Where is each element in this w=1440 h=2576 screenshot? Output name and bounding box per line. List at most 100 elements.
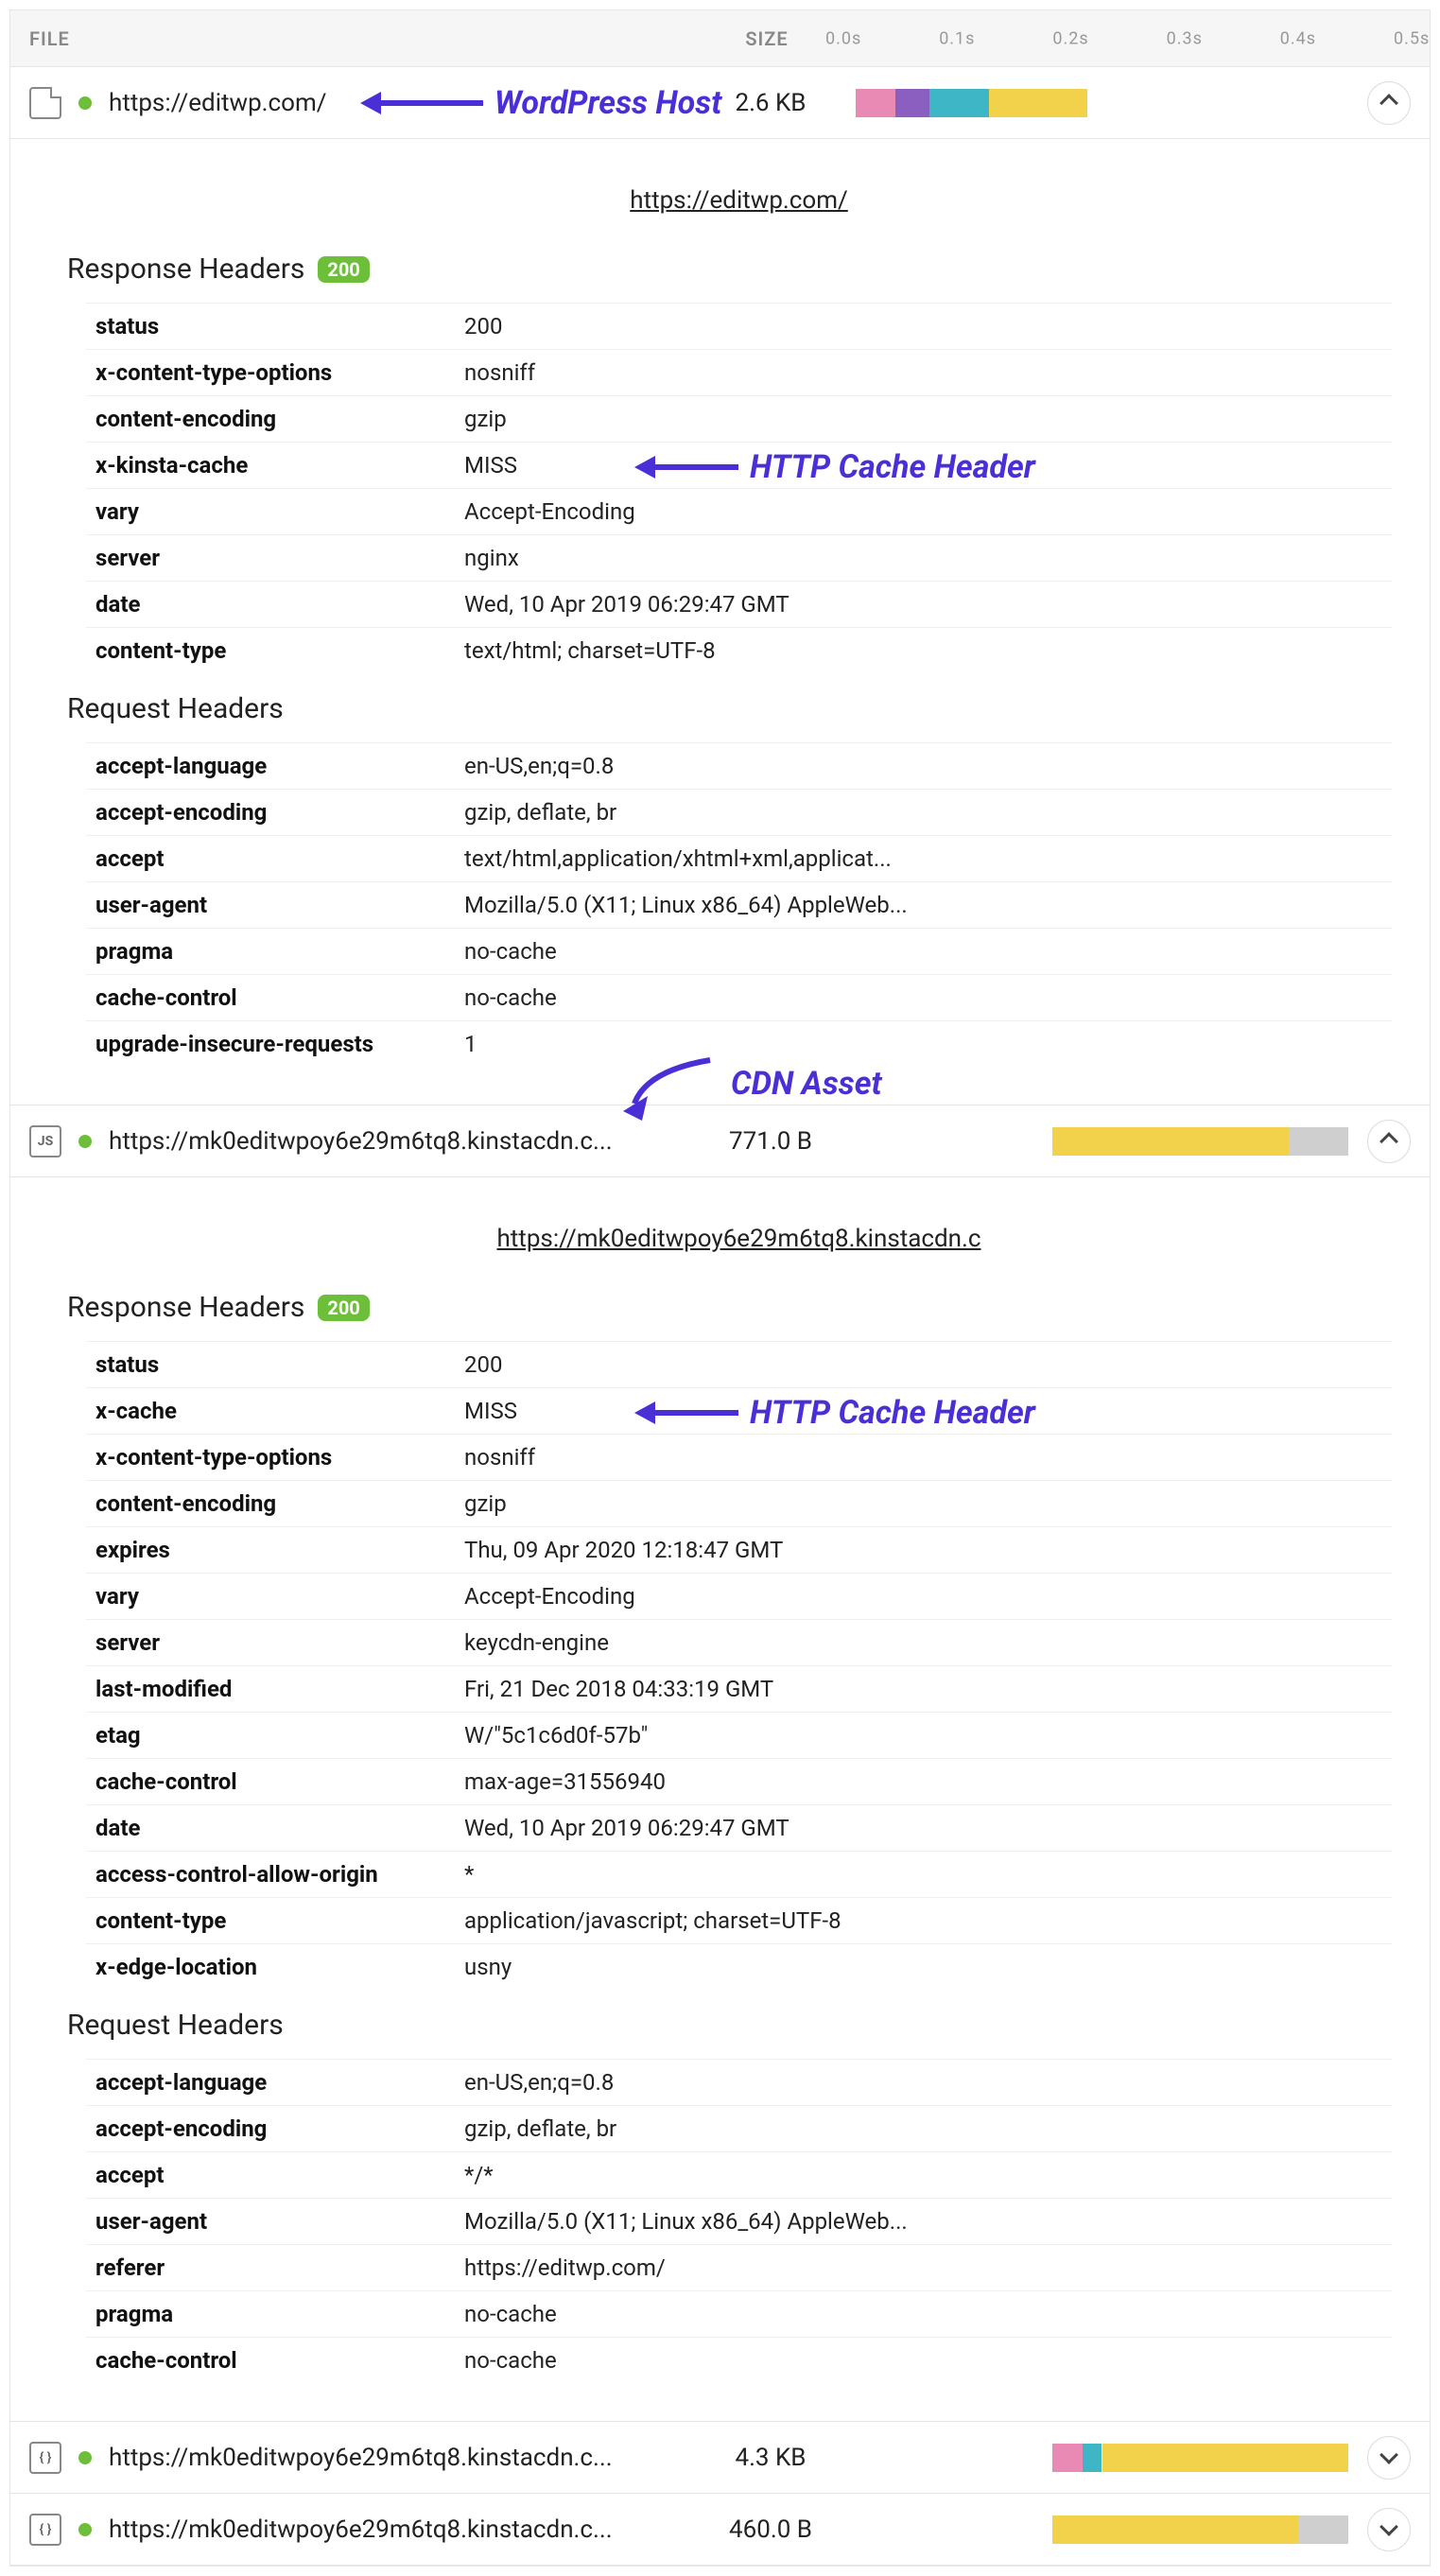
status-badge: 200 [318,1295,369,1321]
chevron-down-icon [1379,2445,1398,2464]
header-value: gzip [464,1490,507,1517]
header-row: upgrade-insecure-requests1 [86,1020,1392,1067]
header-key: pragma [95,2301,464,2327]
response-headers-title: Response Headers200 [67,252,1392,286]
request-url: https://mk0editwpoy6e29m6tq8.kinstacdn.c… [109,1127,695,1156]
header-value: Wed, 10 Apr 2019 06:29:47 GMT [464,591,789,618]
header-key: server [95,1629,464,1656]
collapse-button[interactable] [1367,1120,1411,1163]
header-value: MISS [464,1398,517,1424]
header-value: https://editwp.com/ [464,2254,666,2281]
header-row: dateWed, 10 Apr 2019 06:29:47 GMT [86,1804,1392,1851]
header-row: cache-controlno-cache [86,2337,1392,2383]
header-key: accept-language [95,2069,464,2096]
header-row: content-encodinggzip [86,395,1392,442]
col-size: SIZE [691,27,842,50]
header-key: server [95,545,464,571]
timeline-tick: 0.2s [1052,28,1088,48]
detail-url[interactable]: https://mk0editwpoy6e29m6tq8.kinstacdn.c [86,1225,1392,1253]
header-value: application/javascript; charset=UTF-8 [464,1907,841,1934]
header-key: accept-encoding [95,2115,464,2142]
header-row: status200 [86,1341,1392,1387]
timing-segment [1052,1127,1289,1156]
header-key: content-encoding [95,406,464,432]
expand-button[interactable] [1367,2508,1411,2551]
detail-url[interactable]: https://editwp.com/ [86,186,1392,215]
header-row: last-modifiedFri, 21 Dec 2018 04:33:19 G… [86,1665,1392,1712]
request-row[interactable]: { }https://mk0editwpoy6e29m6tq8.kinstacd… [10,2422,1430,2494]
header-value: text/html; charset=UTF-8 [464,637,716,664]
header-row: refererhttps://editwp.com/ [86,2244,1392,2290]
header-row: content-encodinggzip [86,1480,1392,1526]
header-value: nosniff [464,359,535,386]
header-key: status [95,1351,464,1378]
timing-segment [856,89,895,117]
header-value: Mozilla/5.0 (X11; Linux x86_64) AppleWeb… [464,2208,908,2235]
header-row: pragmano-cache [86,2290,1392,2337]
header-row: access-control-allow-origin* [86,1851,1392,1897]
timing-segment [989,89,1087,117]
header-key: etag [95,1722,464,1749]
header-value: Wed, 10 Apr 2019 06:29:47 GMT [464,1815,789,1841]
header-value: gzip, deflate, br [464,799,616,826]
header-value: 200 [464,1351,502,1378]
header-row: status200 [86,303,1392,349]
request-row[interactable]: { }https://mk0editwpoy6e29m6tq8.kinstacd… [10,2494,1430,2566]
header-value: no-cache [464,2347,557,2374]
header-value: Accept-Encoding [464,498,635,525]
header-row: cache-controlmax-age=31556940 [86,1758,1392,1804]
request-url: https://editwp.com/ [109,89,695,117]
chevron-up-icon [1379,1132,1398,1151]
header-row: user-agentMozilla/5.0 (X11; Linux x86_64… [86,2198,1392,2244]
request-size: 4.3 KB [695,2444,846,2472]
header-row: serverkeycdn-engine [86,1619,1392,1665]
request-row[interactable]: https://editwp.com/2.6 KB WordPress Host [10,67,1430,139]
timing-bar [856,2444,1348,2472]
header-value: nosniff [464,1444,535,1471]
header-key: cache-control [95,1768,464,1795]
header-value: no-cache [464,2301,557,2327]
header-key: upgrade-insecure-requests [95,1031,464,1057]
header-row: x-cacheMISS HTTP Cache Header [86,1387,1392,1434]
header-value: Mozilla/5.0 (X11; Linux x86_64) AppleWeb… [464,892,908,918]
file-type-icon: { } [29,2514,61,2546]
timing-bar [856,89,1348,117]
timeline-tick: 0.3s [1167,28,1203,48]
header-row: varyAccept-Encoding [86,1573,1392,1619]
header-row: cache-controlno-cache [86,974,1392,1020]
header-row: servernginx [86,534,1392,581]
header-row: expiresThu, 09 Apr 2020 12:18:47 GMT [86,1526,1392,1573]
collapse-button[interactable] [1367,81,1411,125]
header-value: Fri, 21 Dec 2018 04:33:19 GMT [464,1676,773,1702]
header-value: * [464,1861,474,1888]
timing-segment [1102,2444,1349,2472]
annotation-cache_header: HTTP Cache Header [634,448,1035,486]
timing-segment [1299,2515,1348,2544]
status-dot-icon [78,2523,92,2536]
header-key: x-cache [95,1398,464,1424]
request-row[interactable]: JShttps://mk0editwpoy6e29m6tq8.kinstacdn… [10,1105,1430,1177]
header-value: max-age=31556940 [464,1768,666,1795]
header-row: accept-encodinggzip, deflate, br [86,2105,1392,2151]
header-value: en-US,en;q=0.8 [464,2069,614,2096]
expand-button[interactable] [1367,2436,1411,2480]
header-key: access-control-allow-origin [95,1861,464,1888]
request-detail: https://mk0editwpoy6e29m6tq8.kinstacdn.c… [10,1177,1430,2422]
header-key: content-type [95,1907,464,1934]
header-key: accept [95,845,464,872]
timeline-tick: 0.1s [939,28,975,48]
header-value: nginx [464,545,519,571]
header-value: MISS [464,452,517,479]
header-value: gzip [464,406,507,432]
header-row: x-content-type-optionsnosniff [86,349,1392,395]
header-row: etagW/"5c1c6d0f-57b" [86,1712,1392,1758]
header-value: no-cache [464,984,557,1011]
timing-bar [856,2515,1348,2544]
column-headers: FILE SIZE 0.0s0.1s0.2s0.3s0.4s0.5s [10,10,1430,67]
status-badge: 200 [318,256,369,283]
header-row: pragmano-cache [86,928,1392,974]
timing-segment [1083,2444,1102,2472]
header-row: x-edge-locationusny [86,1943,1392,1990]
header-key: referer [95,2254,464,2281]
timeline-tick: 0.5s [1394,28,1430,48]
